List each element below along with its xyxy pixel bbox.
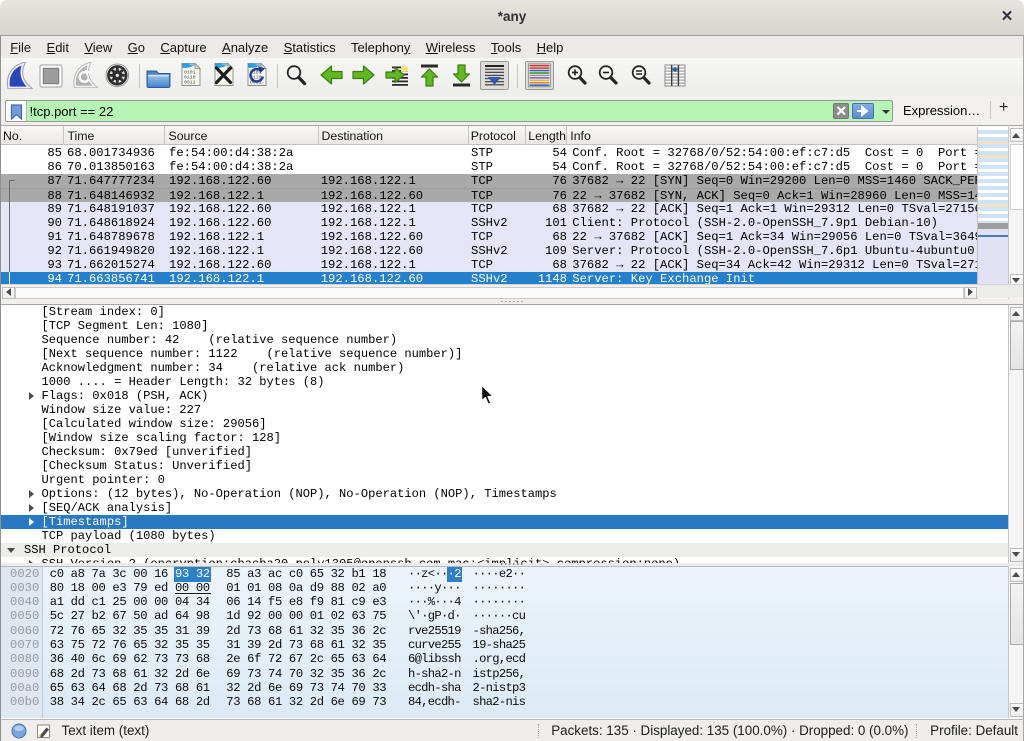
svg-text:0011: 0011 xyxy=(184,80,196,86)
